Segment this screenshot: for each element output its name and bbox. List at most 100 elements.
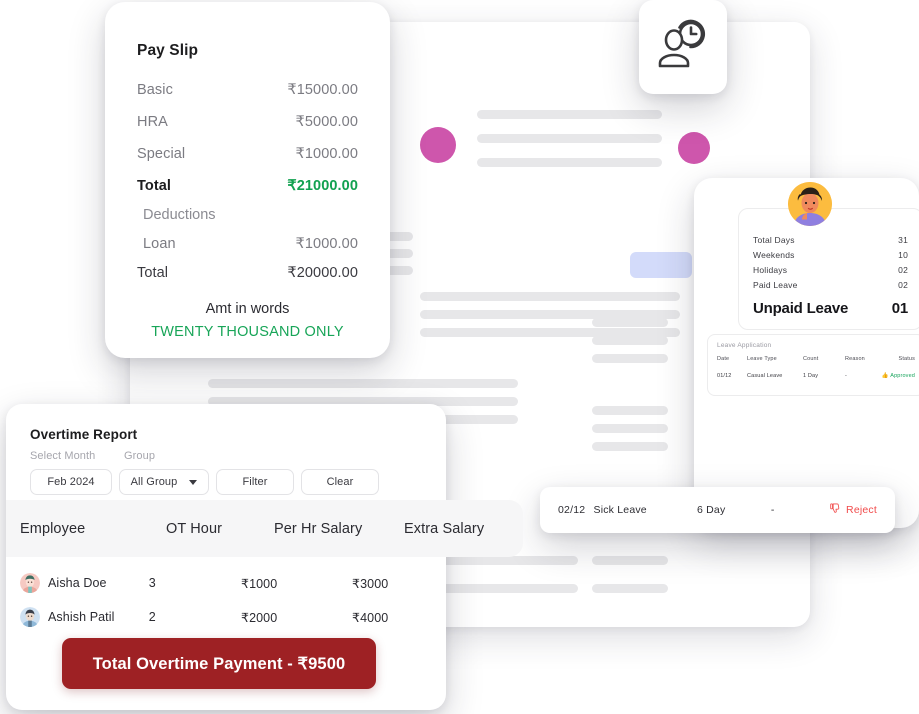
cell-reason: - (770, 504, 775, 516)
table-row: Ashish Patil 2 ₹2000 ₹4000 (6, 600, 446, 634)
leave-summary-label: Holidays (753, 265, 788, 275)
leave-summary-row-paid-leave: Paid Leave 02 (753, 280, 908, 290)
cell-extra: ₹4000 (352, 610, 389, 625)
pay-slip-row-loan: Loan ₹1000.00 (143, 236, 358, 252)
pay-slip-value: ₹1000.00 (295, 146, 358, 162)
avatar (20, 607, 40, 627)
illustration-stage: Pay Slip Basic ₹15000.00 HRA ₹5000.00 Sp… (0, 0, 919, 714)
overtime-filter-labels: Select Month Group (30, 450, 422, 462)
cell-reason: - (845, 373, 847, 379)
col-header-leave-type: Leave Type (747, 356, 777, 362)
cell-per-hr: ₹1000 (241, 576, 278, 591)
unpaid-leave-label: Unpaid Leave (753, 300, 849, 317)
leave-summary-value: 02 (898, 280, 908, 290)
cell-ot-hour: 2 (148, 610, 156, 624)
total-overtime-payment-button[interactable]: Total Overtime Payment - ₹9500 (62, 638, 376, 689)
leave-summary-value: 10 (898, 250, 908, 260)
pay-slip-label: HRA (137, 114, 168, 130)
overtime-report-header: Overtime Report Select Month Group Feb 2… (6, 404, 446, 495)
cell-per-hr: ₹2000 (241, 610, 278, 625)
employee-avatar (788, 182, 832, 226)
col-header-ot-hour: OT Hour (166, 520, 223, 537)
cell-leave-type: Casual Leave (747, 373, 783, 379)
pay-slip-deductions-label: Deductions (143, 207, 216, 223)
pay-slip-total-label: Total (137, 178, 172, 194)
skeleton-line (477, 110, 662, 119)
cell-count: 6 Day (696, 504, 726, 516)
skeleton-line (477, 158, 662, 167)
select-month-label: Select Month (30, 450, 96, 462)
pay-slip-value: ₹1000.00 (295, 236, 358, 252)
skeleton-line (592, 442, 668, 451)
decor-dot-left (420, 127, 456, 163)
skeleton-line (592, 354, 668, 363)
table-row: Aisha Doe 3 ₹1000 ₹3000 (6, 566, 446, 600)
pay-slip-label: Basic (137, 82, 173, 98)
pay-slip-row-basic: Basic ₹15000.00 (137, 82, 358, 98)
clear-button[interactable]: Clear (301, 469, 379, 495)
month-select[interactable]: Feb 2024 (30, 469, 112, 495)
col-header-count: Count (803, 356, 819, 362)
skeleton-line (592, 406, 668, 415)
thumbs-up-icon: 👍 (881, 373, 889, 379)
attendance-icon-badge (639, 0, 727, 94)
pay-slip-row-net: Total ₹20000.00 (137, 265, 358, 281)
leave-summary-value: 02 (898, 265, 908, 275)
thumbs-down-icon (830, 503, 841, 517)
col-header-date: Date (717, 356, 730, 362)
col-header-employee: Employee (20, 520, 86, 537)
skeleton-line (592, 424, 668, 433)
col-header-status: Status (898, 356, 915, 362)
pay-slip-net-value: ₹20000.00 (287, 265, 358, 281)
reject-button[interactable]: Reject (830, 503, 877, 517)
pay-slip-title: Pay Slip (137, 42, 199, 59)
filter-button-label: Filter (242, 476, 268, 488)
leave-summary-label: Paid Leave (753, 280, 798, 290)
employee-name: Aisha Doe (48, 576, 107, 590)
skeleton-line (208, 379, 518, 388)
unpaid-leave-row: Unpaid Leave 01 (753, 300, 908, 317)
sick-leave-row-card: 02/12 Sick Leave 6 Day - Reject (540, 487, 895, 533)
leave-application-title: Leave Application (717, 342, 772, 349)
leave-summary-row-total-days: Total Days 31 (753, 235, 908, 245)
cell-date: 01/12 (717, 373, 732, 379)
table-row: 01/12 Casual Leave 1 Day - 👍 Approved (717, 373, 915, 379)
pay-slip-label: Special (137, 146, 186, 162)
unpaid-leave-value: 01 (891, 300, 909, 317)
total-overtime-payment-label: Total Overtime Payment - ₹9500 (92, 654, 346, 673)
skeleton-line (592, 336, 668, 345)
decor-dot-right (678, 132, 710, 164)
cell-ot-hour: 3 (148, 576, 156, 590)
pay-slip-row-hra: HRA ₹5000.00 (137, 114, 358, 130)
pay-slip-label: Loan (143, 236, 176, 252)
leave-summary-card: Total Days 31 Weekends 10 Holidays 02 Pa… (694, 178, 919, 528)
group-select-value: All Group (130, 476, 178, 488)
skeleton-line (592, 318, 668, 327)
cell-leave-type: Sick Leave (593, 504, 647, 516)
chevron-down-icon (189, 479, 198, 485)
avatar (20, 573, 40, 593)
col-header-per-hr-salary: Per Hr Salary (274, 520, 363, 537)
skeleton-line (592, 556, 668, 565)
leave-summary-label: Weekends (753, 250, 795, 260)
leave-summary-row-weekends: Weekends 10 (753, 250, 908, 260)
leave-summary-box: Total Days 31 Weekends 10 Holidays 02 Pa… (738, 208, 919, 330)
pay-slip-row-total: Total ₹21000.00 (137, 178, 358, 194)
pay-slip-net-label: Total (137, 265, 169, 281)
reject-label: Reject (846, 504, 877, 516)
amount-in-words-value: TWENTY THOUSAND ONLY (151, 324, 344, 340)
status-badge: 👍 Approved (881, 373, 915, 379)
cell-count: 1 Day (803, 373, 819, 379)
clear-button-label: Clear (326, 476, 354, 488)
amount-in-words-label: Amt in words (205, 301, 290, 317)
leave-application-table: Leave Application Date Leave Type Count … (707, 334, 919, 396)
overtime-table-body: Aisha Doe 3 ₹1000 ₹3000 Ashish Patil 2 ₹… (6, 566, 446, 634)
overtime-filter-controls: Feb 2024 All Group Filter Clear (30, 469, 422, 495)
col-header-reason: Reason (845, 356, 865, 362)
filter-button[interactable]: Filter (216, 469, 294, 495)
group-select[interactable]: All Group (119, 469, 209, 495)
user-clock-icon (655, 19, 711, 76)
decor-chip (630, 252, 692, 278)
overtime-report-title: Overtime Report (30, 427, 138, 442)
group-label: Group (124, 450, 156, 462)
